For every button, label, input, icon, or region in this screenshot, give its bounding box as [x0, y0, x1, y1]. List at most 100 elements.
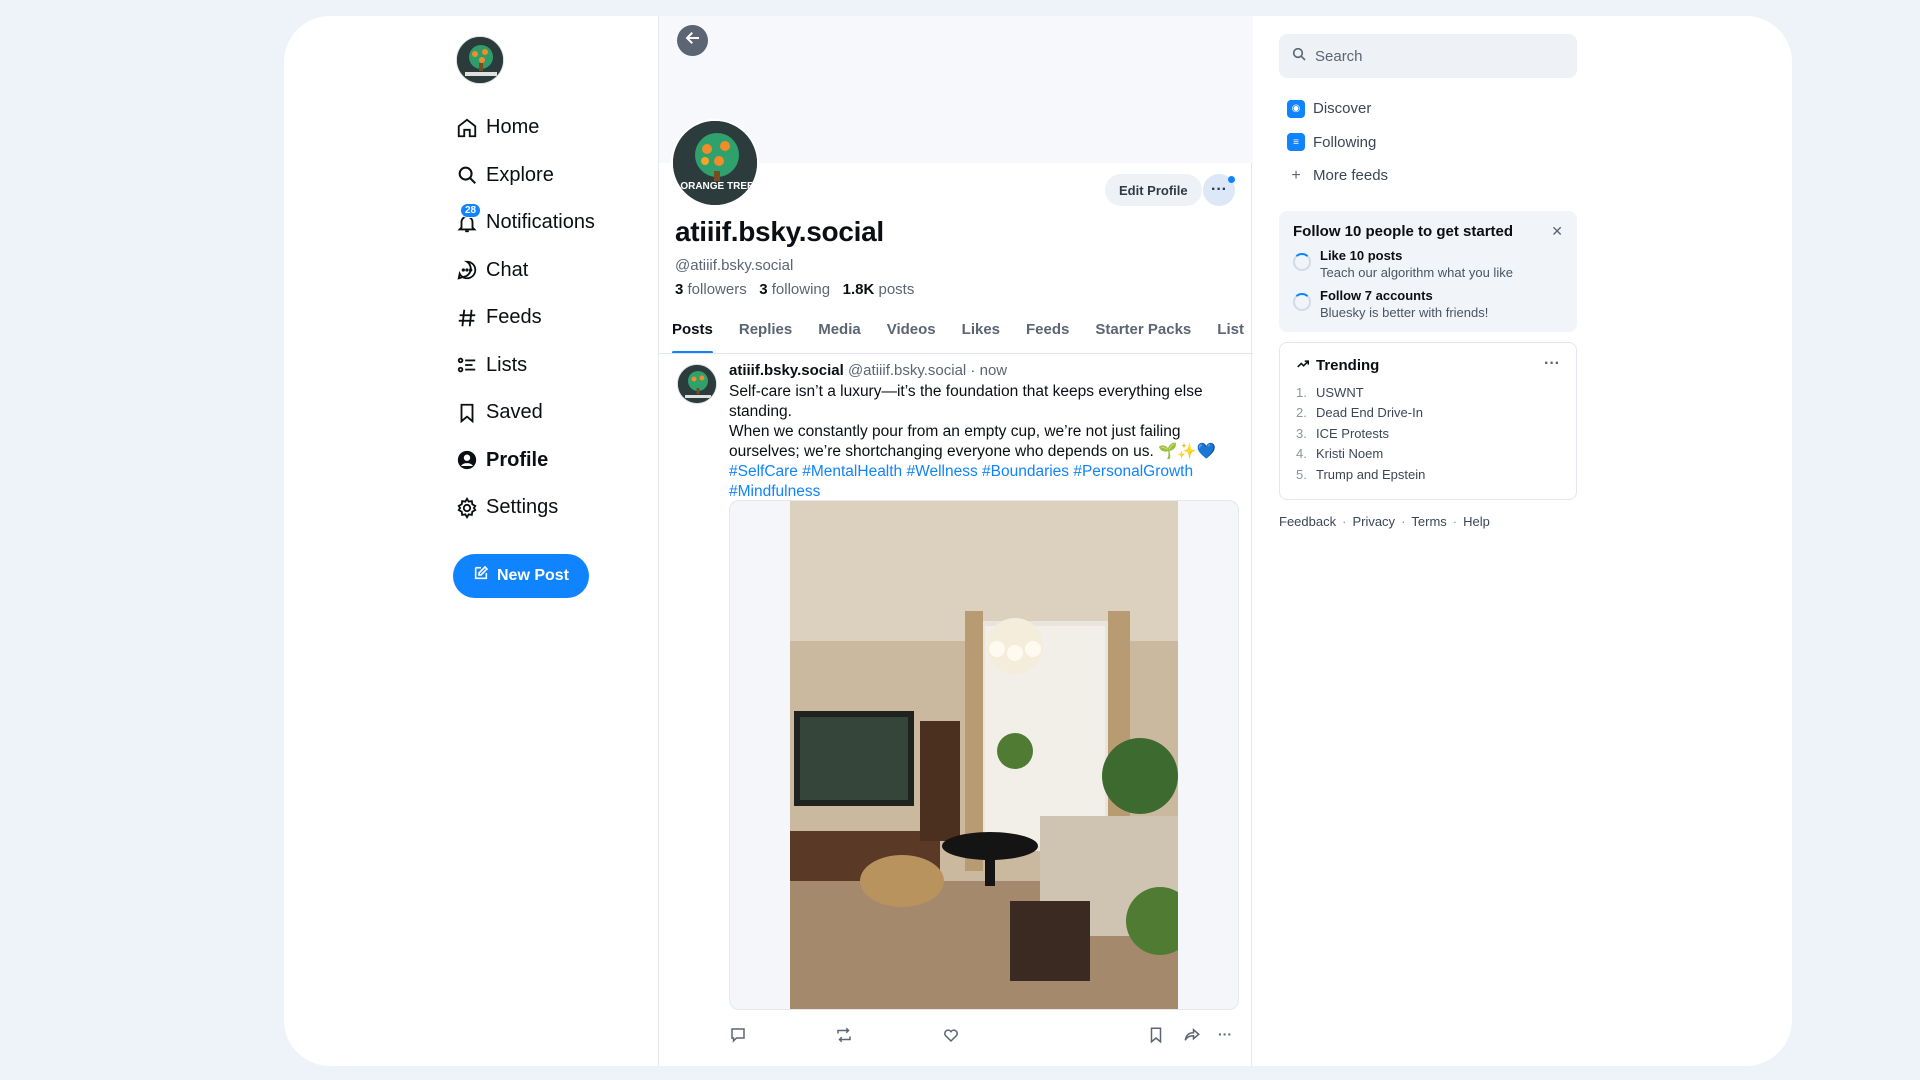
nav-saved[interactable]: Saved	[456, 389, 656, 437]
nav-home[interactable]: Home	[456, 104, 656, 152]
trending-item[interactable]: 1. USWNT	[1296, 385, 1560, 406]
nav-settings-label: Settings	[486, 496, 559, 519]
trending-card: Trending ··· 1. USWNT 2. Dead End Drive-In…	[1279, 341, 1577, 500]
profile-display-name: atiiif.bsky.social	[675, 216, 884, 247]
tab-replies[interactable]: Replies	[726, 316, 805, 353]
tab-videos[interactable]: Videos	[874, 316, 949, 353]
onboarding-title: Follow 10 people to get started	[1293, 222, 1514, 240]
nav-feeds[interactable]: Feeds	[456, 294, 656, 342]
nav-profile-label: Profile	[486, 448, 549, 471]
edit-profile-button[interactable]: Edit Profile	[1105, 174, 1202, 206]
notification-dot	[1228, 176, 1235, 183]
footer-feedback-link[interactable]: Feedback	[1279, 514, 1336, 529]
trending-rank: 1.	[1296, 384, 1307, 400]
hash-icon	[456, 307, 478, 329]
new-post-button[interactable]: New Post	[453, 553, 589, 598]
chat-icon	[456, 259, 478, 281]
onboarding-task: Like 10 posts Teach our algorithm what y…	[1293, 248, 1563, 280]
task-subtitle: Bluesky is better with friends!	[1320, 304, 1489, 320]
trending-label: Kristi Noem	[1316, 446, 1384, 461]
trending-list: 1. USWNT 2. Dead End Drive-In 3. ICE Protes…	[1296, 385, 1560, 488]
person-icon	[456, 449, 478, 471]
profile-more-button[interactable]: ···	[1203, 174, 1235, 206]
feed-post[interactable]: atiiif.bsky.social @atiiif.bsky.social ·…	[659, 354, 1253, 1066]
feed-link-following[interactable]: ≡ Following	[1287, 126, 1577, 160]
feed-link-discover-label: Discover	[1313, 100, 1372, 118]
share-icon[interactable]	[1183, 1026, 1205, 1048]
post-actions: ···	[729, 1026, 1239, 1050]
followers-link[interactable]: 3 followers	[675, 281, 747, 298]
tab-feeds[interactable]: Feeds	[1013, 316, 1082, 353]
tab-posts[interactable]: Posts	[659, 316, 726, 353]
trending-label: USWNT	[1316, 384, 1364, 400]
footer-terms-link[interactable]: Terms	[1411, 514, 1446, 529]
bookmark-post-icon[interactable]	[1147, 1026, 1169, 1048]
task-subtitle: Teach our algorithm what you like	[1320, 264, 1513, 280]
post-author-avatar[interactable]	[677, 364, 717, 404]
nav-explore[interactable]: Explore	[456, 152, 656, 200]
onboarding-task: Follow 7 accounts Bluesky is better with…	[1293, 288, 1563, 320]
trending-item[interactable]: 5. Trump and Epstein	[1296, 467, 1560, 488]
feed-links: ◉ Discover ≡ Following + More feeds	[1279, 92, 1577, 193]
feed-link-discover[interactable]: ◉ Discover	[1287, 92, 1577, 126]
nav-lists[interactable]: Lists	[456, 342, 656, 390]
profile-avatar[interactable]: ORANGE TREE	[671, 119, 759, 207]
repost-icon[interactable]	[835, 1026, 857, 1048]
profile-stats: 3 followers 3 following 1.8K posts	[675, 281, 914, 298]
profile-column: ORANGE TREE Edit Profile ··· atiiif.bsky…	[658, 16, 1253, 1066]
nav-lists-label: Lists	[486, 353, 528, 376]
nav-chat[interactable]: Chat	[456, 247, 656, 295]
nav-explore-label: Explore	[486, 163, 554, 186]
tab-likes[interactable]: Likes	[949, 316, 1013, 353]
nav-settings[interactable]: Settings	[456, 484, 656, 532]
feed-link-following-label: Following	[1313, 133, 1377, 151]
post-text: Self-care isn’t a luxury—it’s the founda…	[729, 382, 1239, 502]
post-more-icon[interactable]: ···	[1218, 1026, 1240, 1048]
post-author-name[interactable]: atiiif.bsky.social	[729, 362, 844, 379]
feed-link-more[interactable]: + More feeds	[1287, 159, 1577, 193]
like-icon[interactable]	[942, 1026, 964, 1048]
footer-help-link[interactable]: Help	[1463, 514, 1490, 529]
trending-label: ICE Protests	[1316, 425, 1389, 441]
trending-label: Dead End Drive-In	[1316, 405, 1423, 420]
post-hashtags[interactable]: #SelfCare #MentalHealth #Wellness #Bound…	[729, 462, 1239, 502]
task-title: Follow 7 accounts	[1320, 287, 1433, 303]
trending-arrow-icon	[1296, 357, 1310, 375]
left-nav: Home Explore 28 Notifications Chat Feeds…	[453, 36, 656, 598]
trending-rank: 4.	[1296, 446, 1307, 461]
tab-starter-packs[interactable]: Starter Packs	[1082, 316, 1204, 353]
nav-chat-label: Chat	[486, 258, 529, 281]
nav-notifications[interactable]: 28 Notifications	[456, 199, 656, 247]
nav-home-label: Home	[486, 116, 540, 139]
home-icon	[456, 117, 478, 139]
search-input[interactable]: Search	[1279, 34, 1577, 78]
trending-item[interactable]: 2. Dead End Drive-In	[1296, 405, 1560, 426]
following-link[interactable]: 3 following	[759, 281, 830, 298]
trending-rank: 2.	[1296, 405, 1307, 420]
close-icon[interactable]: ✕	[1551, 223, 1563, 240]
nav-profile[interactable]: Profile	[456, 437, 656, 485]
nav-notifications-label: Notifications	[486, 211, 595, 234]
reply-icon[interactable]	[729, 1026, 751, 1048]
following-count: 3	[759, 281, 768, 298]
bookmark-icon	[456, 402, 478, 424]
bell-icon: 28	[456, 202, 482, 234]
profile-handle: @atiiif.bsky.social	[675, 257, 794, 274]
footer-privacy-link[interactable]: Privacy	[1352, 514, 1395, 529]
back-button[interactable]	[677, 25, 708, 56]
post-image-container[interactable]	[729, 500, 1239, 1010]
tab-lists[interactable]: List	[1204, 316, 1253, 353]
post-header: atiiif.bsky.social @atiiif.bsky.social ·…	[729, 362, 1007, 379]
footer-links: Feedback · Privacy · Terms · Help	[1279, 514, 1577, 529]
task-title: Like 10 posts	[1320, 247, 1403, 263]
trending-item[interactable]: 3. ICE Protests	[1296, 426, 1560, 447]
orange-tree-avatar-small	[678, 365, 716, 403]
plus-icon: +	[1291, 166, 1301, 184]
arrow-left-icon	[684, 29, 702, 52]
ellipsis-icon: ···	[1211, 181, 1227, 198]
trending-more-icon[interactable]: ···	[1544, 355, 1560, 373]
app-logo[interactable]	[456, 36, 504, 84]
tab-media[interactable]: Media	[805, 316, 874, 353]
trending-item[interactable]: 4. Kristi Noem	[1296, 446, 1560, 467]
orange-tree-avatar-image: ORANGE TREE	[673, 121, 757, 205]
